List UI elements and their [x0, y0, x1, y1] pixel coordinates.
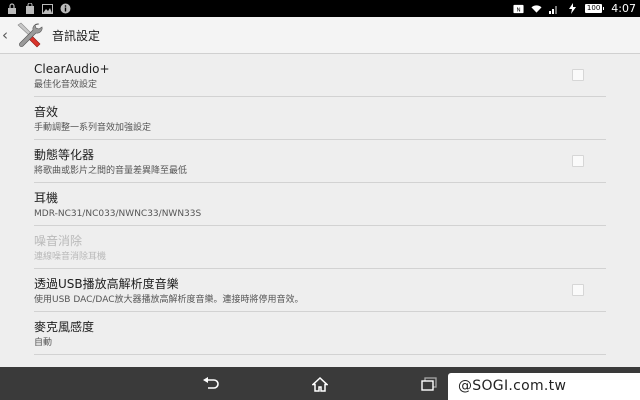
dynamic-normalizer-checkbox[interactable] [572, 155, 584, 167]
setting-title: 噪音消除 [34, 234, 83, 248]
setting-subtitle: 最佳化音效設定 [34, 80, 98, 90]
setting-sound-effects[interactable]: 音效 手動調整一系列音效加強設定 [34, 97, 606, 140]
system-icons: N 100 4:07 [513, 0, 636, 17]
info-icon [60, 3, 71, 14]
setting-title: 透過USB播放高解析度音樂 [34, 277, 179, 291]
setting-noise-cancelling: 噪音消除 連線噪音消除耳機 [34, 226, 606, 269]
svg-text:N: N [516, 7, 520, 13]
setting-subtitle: 使用USB DAC/DAC放大器播放高解析度音樂。連接時將停用音效。 [34, 295, 304, 305]
setting-clearaudio[interactable]: ClearAudio+ 最佳化音效設定 [34, 54, 606, 97]
bag-icon [24, 3, 35, 14]
setting-subtitle: 自動 [34, 338, 53, 348]
setting-title: 音效 [34, 105, 59, 119]
back-icon[interactable] [200, 374, 222, 394]
clearaudio-checkbox[interactable] [572, 69, 584, 81]
setting-subtitle: 手動調整一系列音效加強設定 [34, 123, 152, 133]
status-bar: N 100 4:07 [0, 0, 640, 17]
setting-usb-hires-audio[interactable]: 透過USB播放高解析度音樂 使用USB DAC/DAC放大器播放高解析度音樂。連… [34, 269, 606, 312]
setting-title: 麥克風感度 [34, 320, 95, 334]
wifi-icon [531, 3, 542, 14]
setting-subtitle: 連線噪音消除耳機 [34, 252, 107, 262]
action-bar: ‹ 音訊設定 [0, 17, 640, 54]
nfc-icon: N [513, 3, 524, 14]
image-icon [42, 3, 53, 14]
clock: 4:07 [611, 2, 636, 15]
setting-title: 動態等化器 [34, 148, 95, 162]
settings-list: ClearAudio+ 最佳化音效設定 音效 手動調整一系列音效加強設定 動態等… [34, 54, 606, 355]
setting-title: ClearAudio+ [34, 62, 110, 76]
setting-subtitle: 將歌曲或影片之間的音量差異降至最低 [34, 166, 188, 176]
setting-mic-sensitivity[interactable]: 麥克風感度 自動 [34, 312, 606, 355]
page-title: 音訊設定 [52, 28, 101, 43]
notification-icons [6, 0, 71, 17]
battery-indicator: 100 [584, 4, 605, 13]
setting-headphones[interactable]: 耳機 MDR-NC31/NC033/NWNC33/NWN33S [34, 183, 606, 226]
signal-icon [549, 3, 560, 14]
setting-title: 耳機 [34, 191, 59, 205]
lock-icon [6, 3, 17, 14]
recent-apps-icon[interactable] [418, 374, 440, 394]
watermark: @SOGI.com.tw [448, 373, 640, 400]
setting-subtitle: MDR-NC31/NC033/NWNC33/NWN33S [34, 209, 202, 219]
setting-dynamic-normalizer[interactable]: 動態等化器 將歌曲或影片之間的音量差異降至最低 [34, 140, 606, 183]
charging-icon [567, 3, 578, 14]
usb-hires-checkbox[interactable] [572, 284, 584, 296]
home-icon[interactable] [309, 374, 331, 394]
tools-icon[interactable] [14, 20, 44, 50]
up-caret-icon[interactable]: ‹ [2, 27, 12, 43]
